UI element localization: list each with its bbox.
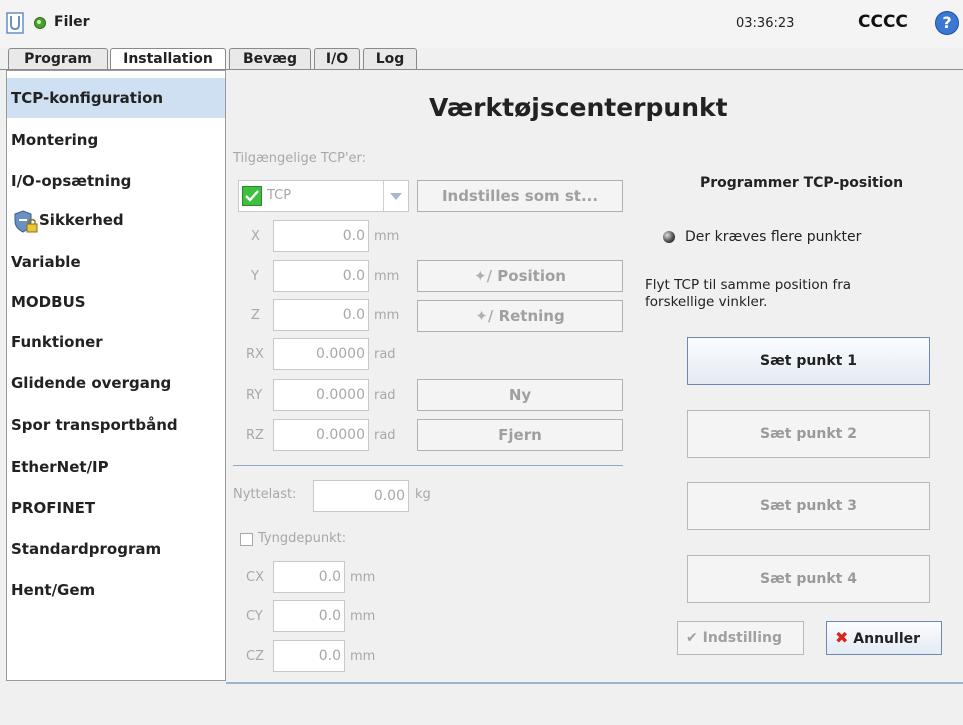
sidebar-item-mounting[interactable]: Montering <box>7 120 225 160</box>
tab-move[interactable]: Bevæg <box>229 48 311 70</box>
new-tcp-button[interactable]: Ny <box>417 379 623 411</box>
tab-installation[interactable]: Installation <box>110 48 226 71</box>
sidebar-item-conveyor-tracking[interactable]: Spor transportbånd <box>7 405 225 445</box>
cx-label: CX <box>246 570 264 585</box>
position-button-label: Position <box>497 267 566 285</box>
top-bar <box>0 0 963 48</box>
safety-shield-lock-icon <box>13 210 39 234</box>
tab-log[interactable]: Log <box>363 48 417 70</box>
tab-io[interactable]: I/O <box>314 48 360 70</box>
cx-field[interactable]: 0.0 <box>273 561 345 593</box>
cy-unit: mm <box>350 609 376 624</box>
sidebar-item-smooth-transition[interactable]: Glidende overgang <box>7 363 225 403</box>
x-label: X <box>251 229 260 244</box>
magic-wand-icon: ✦∕ <box>474 267 493 285</box>
status-led-icon <box>663 231 675 243</box>
rz-unit: rad <box>374 428 396 443</box>
robot-name: CCCC <box>858 12 908 32</box>
page-title: Værktøjscenterpunkt <box>429 93 728 122</box>
magic-wand-icon: ✦∕ <box>475 307 494 325</box>
payload-label: Nyttelast: <box>233 487 297 502</box>
available-tcp-label: Tilgængelige TCP'er: <box>233 151 367 166</box>
cog-label: Tyngdepunkt: <box>258 531 347 546</box>
help-icon[interactable]: ? <box>935 11 959 35</box>
y-unit: mm <box>374 269 400 284</box>
files-menu[interactable]: Filer <box>54 14 90 30</box>
sidebar-item-profinet[interactable]: PROFINET <box>7 488 225 528</box>
close-icon: ✖ <box>835 628 849 647</box>
cog-checkbox[interactable] <box>240 533 253 546</box>
teach-title: Programmer TCP-position <box>700 175 904 191</box>
cz-label: CZ <box>246 649 264 664</box>
y-field[interactable]: 0.0 <box>273 260 369 292</box>
sidebar-item-ethernet-ip[interactable]: EtherNet/IP <box>7 447 225 487</box>
set-point-3-button[interactable]: Sæt punkt 3 <box>687 482 930 530</box>
check-icon <box>242 186 262 206</box>
x-field[interactable]: 0.0 <box>273 220 369 252</box>
z-unit: mm <box>374 308 400 323</box>
check-icon: ✔ <box>686 630 698 646</box>
sidebar-item-default-program[interactable]: Standardprogram <box>7 529 225 569</box>
rz-field[interactable]: 0.0000 <box>273 419 369 451</box>
payload-field[interactable]: 0.00 <box>313 480 409 512</box>
status-bar <box>0 684 963 725</box>
ur-logo-icon <box>6 12 24 34</box>
tcp-select[interactable]: TCP <box>238 180 409 212</box>
rz-label: RZ <box>246 428 264 443</box>
clock: 03:36:23 <box>736 16 795 31</box>
robot-status-icon[interactable] <box>34 17 46 29</box>
sidebar: TCP-konfiguration Montering I/O-opsætnin… <box>6 70 226 681</box>
ry-field[interactable]: 0.0000 <box>273 379 369 411</box>
position-button[interactable]: ✦∕ Position <box>417 260 623 292</box>
apply-button[interactable]: ✔ Indstilling <box>677 621 804 655</box>
set-point-4-button[interactable]: Sæt punkt 4 <box>687 555 930 603</box>
chevron-down-icon <box>390 193 402 200</box>
cz-field[interactable]: 0.0 <box>273 640 345 672</box>
rx-label: RX <box>246 347 264 362</box>
section-divider <box>233 465 623 466</box>
teach-status: Der kræves flere punkter <box>685 229 862 245</box>
x-unit: mm <box>374 229 400 244</box>
sidebar-item-variables[interactable]: Variable <box>7 242 225 282</box>
tcp-select-value: TCP <box>267 188 292 203</box>
sidebar-item-modbus[interactable]: MODBUS <box>7 282 225 322</box>
cz-unit: mm <box>350 649 376 664</box>
cancel-button[interactable]: ✖ Annuller <box>826 621 942 655</box>
remove-tcp-button[interactable]: Fjern <box>417 419 623 451</box>
sidebar-item-features[interactable]: Funktioner <box>7 322 225 362</box>
z-field[interactable]: 0.0 <box>273 299 369 331</box>
sidebar-item-io-setup[interactable]: I/O-opsætning <box>7 161 225 201</box>
set-point-1-button[interactable]: Sæt punkt 1 <box>687 337 930 385</box>
ry-label: RY <box>246 388 263 403</box>
payload-unit: kg <box>415 487 431 502</box>
cy-field[interactable]: 0.0 <box>273 600 345 632</box>
tab-program[interactable]: Program <box>8 48 108 70</box>
rx-unit: rad <box>374 347 396 362</box>
teach-instruction-1: Flyt TCP til samme position fra <box>645 277 852 293</box>
set-point-2-button[interactable]: Sæt punkt 2 <box>687 410 930 458</box>
sidebar-item-tcp[interactable]: TCP-konfiguration <box>7 78 225 118</box>
cy-label: CY <box>246 609 263 624</box>
orientation-button-label: Retning <box>498 307 565 325</box>
rx-field[interactable]: 0.0000 <box>273 338 369 370</box>
set-default-button[interactable]: Indstilles som st... <box>417 180 623 212</box>
orientation-button[interactable]: ✦∕ Retning <box>417 300 623 332</box>
sidebar-item-load-save[interactable]: Hent/Gem <box>7 570 225 610</box>
apply-button-label: Indstilling <box>702 630 783 646</box>
sidebar-item-safety[interactable]: Sikkerhed <box>7 200 225 240</box>
teach-instruction-2: forskellige vinkler. <box>645 294 768 310</box>
cx-unit: mm <box>350 570 376 585</box>
ry-unit: rad <box>374 388 396 403</box>
z-label: Z <box>251 308 260 323</box>
cancel-button-label: Annuller <box>853 631 921 647</box>
y-label: Y <box>251 269 259 284</box>
sidebar-item-label: Sikkerhed <box>39 211 124 229</box>
